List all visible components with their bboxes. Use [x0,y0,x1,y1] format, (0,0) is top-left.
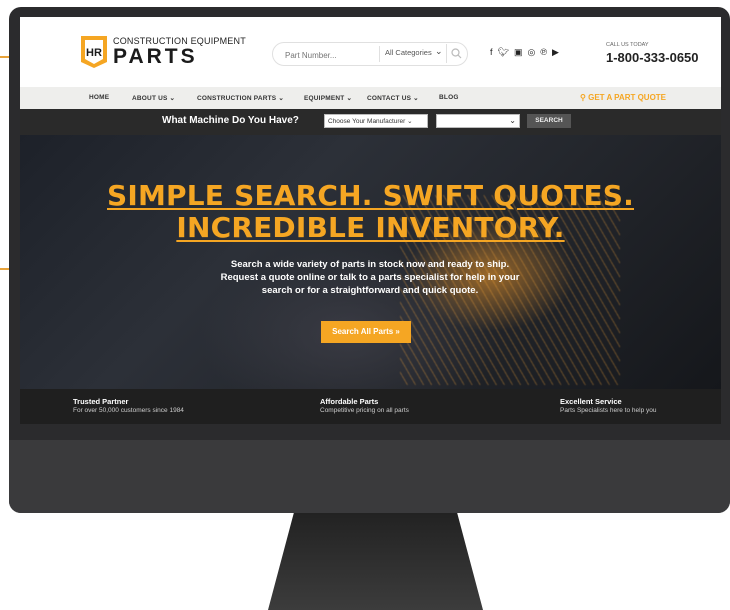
part-search-bar: All Categories ⌄ [272,42,468,66]
site-header: HR CONSTRUCTION EQUIPMENT PARTS All Cate… [20,17,721,87]
linkedin-icon[interactable]: ▣ [514,47,528,57]
feature-affordable-parts: Affordable Parts Competitive pricing on … [320,397,409,414]
get-quote-link[interactable]: ⚲ GET A PART QUOTE [580,93,666,102]
feature-subtitle: Competitive pricing on all parts [320,407,409,414]
logo-mark-text: HR [86,47,102,59]
hero-title-line2: INCREDIBLE INVENTORY. [176,211,565,244]
machine-search-button[interactable]: SEARCH [527,114,571,128]
pinterest-icon[interactable]: ℗ [540,47,552,57]
hero-body-line3: search or for a straightforward and quic… [261,285,479,296]
manufacturer-select[interactable]: Choose Your Manufacturer ⌄ [324,114,428,128]
search-icon [451,48,462,59]
get-quote-label: GET A PART QUOTE [588,93,667,102]
instagram-icon[interactable]: ◎ [527,47,540,57]
nav-blog[interactable]: BLOG [439,94,459,101]
nav-about-us[interactable]: ABOUT US ⌄ [132,94,175,102]
feature-title: Trusted Partner [73,397,129,406]
nav-home[interactable]: HOME [89,94,109,101]
feature-subtitle: Parts Specialists here to help you [560,407,657,414]
nav-contact-us[interactable]: CONTACT US ⌄ [367,94,419,102]
part-number-input[interactable] [283,47,377,63]
phone-number[interactable]: 1-800-333-0650 [606,50,699,65]
category-select[interactable]: All Categories [385,48,432,57]
feature-excellent-service: Excellent Service Parts Specialists here… [560,397,656,414]
machine-question: What Machine Do You Have? [162,115,299,126]
website-screen: HR CONSTRUCTION EQUIPMENT PARTS All Cate… [20,17,721,424]
feature-subtitle: For over 50,000 customers since 1984 [73,407,184,414]
feature-title: Excellent Service [560,397,622,406]
twitter-icon[interactable]: 🐦︎ [498,47,514,57]
facebook-icon[interactable]: f [490,47,498,57]
call-label: CALL US TODAY [606,42,649,48]
hr-logo-icon: HR [81,36,107,68]
hero-description: Search a wide variety of parts in stock … [190,258,550,297]
search-icon: ⚲ [580,93,589,102]
main-nav: HOME ABOUT US ⌄ CONSTRUCTION PARTS ⌄ EQU… [20,87,721,109]
machine-selector-bar: What Machine Do You Have? Choose Your Ma… [20,109,721,135]
model-select[interactable]: ⌄ [436,114,520,128]
logo-bottom-text: PARTS [113,45,198,68]
chevron-down-icon: ⌄ [509,116,516,125]
hero-body-line2: Request a quote online or talk to a part… [220,272,520,283]
features-bar: Trusted Partner For over 50,000 customer… [20,389,721,424]
social-icons: f🐦︎▣◎℗▶ [490,47,564,58]
hero-body-line1: Search a wide variety of parts in stock … [230,259,510,270]
nav-equipment[interactable]: EQUIPMENT ⌄ [304,94,352,102]
search-all-parts-button[interactable]: Search All Parts » [321,321,411,343]
feature-title: Affordable Parts [320,397,379,406]
nav-construction-parts[interactable]: CONSTRUCTION PARTS ⌄ [197,94,284,102]
search-button[interactable] [446,44,466,63]
monitor-stand [268,513,483,610]
hero-title-line1: SIMPLE SEARCH. SWIFT QUOTES. [107,179,634,212]
feature-trusted-partner: Trusted Partner For over 50,000 customer… [73,397,184,414]
site-logo[interactable]: HR CONSTRUCTION EQUIPMENT PARTS [77,32,257,72]
youtube-icon[interactable]: ▶ [552,47,564,57]
manufacturer-select-value: Choose Your Manufacturer [328,118,406,125]
monitor-chin [9,440,730,513]
chevron-down-icon[interactable]: ⌄ [435,46,443,57]
hero-banner: SIMPLE SEARCH. SWIFT QUOTES. INCREDIBLE … [20,135,721,389]
search-divider [379,46,380,62]
